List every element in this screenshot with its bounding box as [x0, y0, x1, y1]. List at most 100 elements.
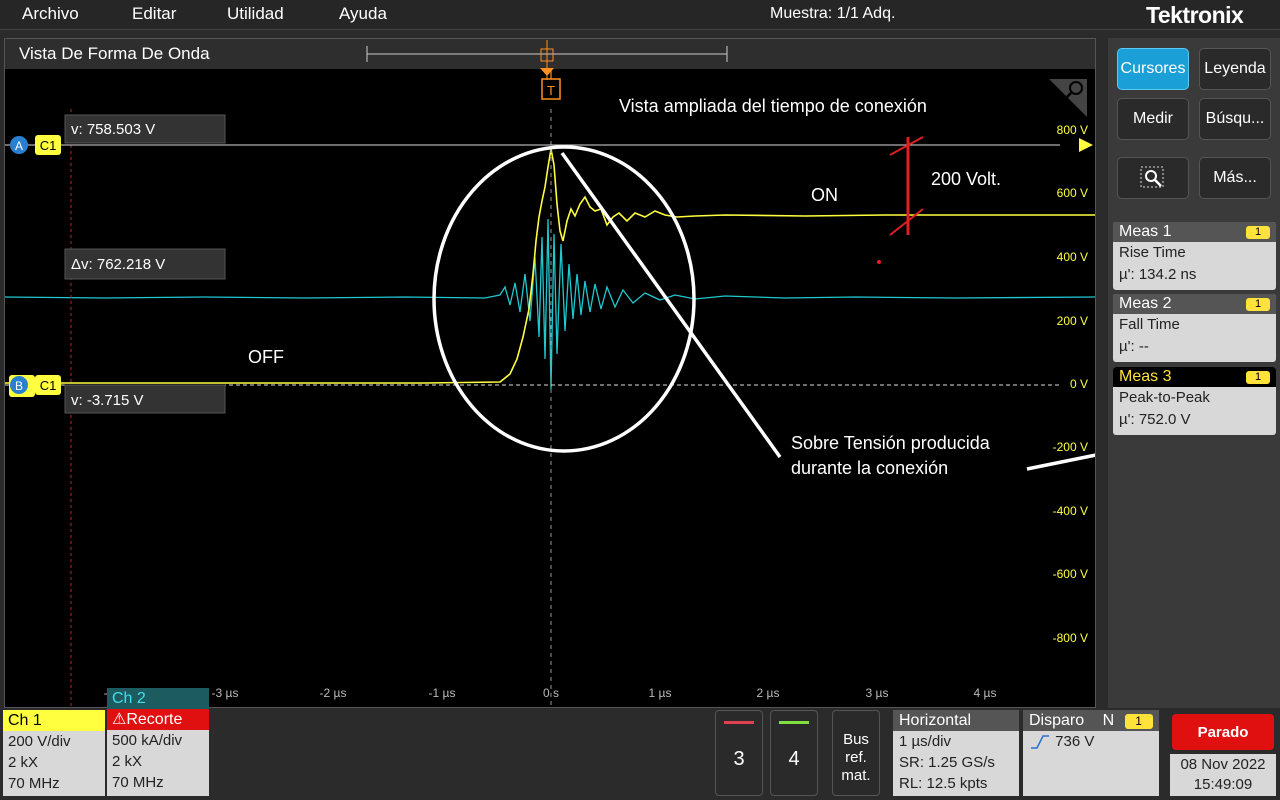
svg-text:B: B [15, 379, 23, 393]
brand-logo: Tektronix [1146, 2, 1244, 28]
meas-name: Peak-to-Peak [1119, 389, 1210, 406]
on-label: ON [811, 185, 838, 205]
y-tick: 600 V [1057, 186, 1088, 200]
x-tick: -2 µs [320, 686, 347, 700]
waveform-plot[interactable]: T 800 V 600 V 400 V 200 V 0 V -200 V -40… [5, 69, 1095, 709]
y-tick: -600 V [1053, 567, 1088, 581]
bottom-bar: Ch 1 200 V/div 2 kX 70 MHz Ch 2 ⚠Recorte… [0, 688, 1280, 800]
ch1-scale: 200 V/div [8, 733, 71, 750]
meas-value: µ': 134.2 ns [1119, 266, 1197, 283]
zoom-note: Vista ampliada del tiempo de conexión [619, 96, 927, 116]
sample-rate: SR: 1.25 GS/s [899, 754, 995, 771]
delta-readout: Δv: 762.218 V [64, 248, 226, 280]
ch1-badge[interactable]: Ch 1 200 V/div 2 kX 70 MHz [3, 710, 105, 796]
zoom-search-icon [1140, 166, 1164, 188]
menu-editar[interactable]: Editar [132, 4, 176, 24]
volt-note: 200 Volt. [931, 169, 1001, 189]
ch2-title: Ch 2 [107, 688, 209, 709]
meas-value: µ': 752.0 V [1119, 411, 1191, 428]
menu-utilidad[interactable]: Utilidad [227, 4, 284, 24]
record-overview[interactable] [360, 40, 740, 80]
meas-1-badge[interactable]: Meas 1 1 Rise Time µ': 134.2 ns [1113, 222, 1276, 290]
svg-text:v: -3.715 V: v: -3.715 V [71, 392, 144, 409]
add-bus-ref-math-button[interactable]: Bus ref. mat. [832, 710, 880, 796]
ch2-clipping-warning: ⚠Recorte [107, 709, 209, 730]
add-ch3-button[interactable]: 3 [715, 710, 763, 796]
warning-icon: ⚠ [112, 711, 127, 728]
y-axis-labels: 800 V 600 V 400 V 200 V 0 V -200 V -400 … [1053, 123, 1088, 645]
time: 15:49:09 [1193, 776, 1253, 793]
search-button[interactable]: Búsqu... [1199, 98, 1271, 140]
rising-edge-icon [1031, 735, 1049, 749]
cursor-a-readout: v: 758.503 V [64, 114, 226, 144]
more-button[interactable]: Más... [1199, 157, 1271, 199]
cursor-b-handle[interactable]: B C1 [9, 375, 61, 397]
y-tick: 400 V [1057, 250, 1088, 264]
right-panel: Cursores Leyenda Medir Búsqu... Más... M… [1108, 38, 1280, 708]
meas-2-badge[interactable]: Meas 2 1 Fall Time µ': -- [1113, 294, 1276, 362]
svg-text:A: A [15, 139, 23, 153]
zoom-icon[interactable] [1049, 79, 1087, 117]
ch1-probe: 2 kX [8, 754, 39, 771]
cursor-b-readout: v: -3.715 V [64, 384, 226, 414]
date: 08 Nov 2022 [1180, 756, 1266, 773]
x-tick: 0 s [543, 686, 559, 700]
record-length: RL: 12.5 kpts [899, 775, 988, 792]
meas-value: µ': -- [1119, 338, 1149, 355]
x-tick: 4 µs [974, 686, 997, 700]
x-tick: 1 µs [649, 686, 672, 700]
meas-source-badge: 1 [1246, 298, 1270, 311]
menu-archivo[interactable]: Archivo [22, 4, 79, 24]
trigger-title: Disparo N 1 [1023, 710, 1159, 731]
zoom-search-button[interactable] [1117, 157, 1189, 199]
cursor-a-handle[interactable]: A C1 [10, 135, 61, 155]
meas-name: Rise Time [1119, 244, 1186, 261]
meas-source-badge: 1 [1246, 226, 1270, 239]
trigger-badge[interactable]: Disparo N 1 736 V [1023, 710, 1159, 796]
svg-text:C1: C1 [40, 138, 57, 153]
surge-note-line1: Sobre Tensión producida [791, 433, 991, 453]
y-tick: 200 V [1057, 314, 1088, 328]
meas-3-badge[interactable]: Meas 3 1 Peak-to-Peak µ': 752.0 V [1113, 367, 1276, 435]
measure-button[interactable]: Medir [1117, 98, 1189, 140]
y-tick: 800 V [1057, 123, 1088, 137]
horizontal-title: Horizontal [893, 710, 1019, 731]
y-tick: 0 V [1070, 377, 1088, 391]
menu-ayuda[interactable]: Ayuda [339, 4, 387, 24]
date-time: 08 Nov 2022 15:49:09 [1170, 754, 1276, 796]
x-tick: -3 µs [212, 686, 239, 700]
ch2-scale: 500 kA/div [112, 732, 183, 749]
waveform-view[interactable]: Vista De Forma De Onda T 800 V 600 V 400… [4, 38, 1096, 709]
surge-pointer-line [560, 151, 782, 459]
volt-markup [877, 136, 924, 264]
trigger-level-arrow-icon[interactable] [1079, 138, 1093, 152]
x-tick: 3 µs [866, 686, 889, 700]
meas-title: Meas 2 [1119, 295, 1172, 312]
horizontal-badge[interactable]: Horizontal 1 µs/div SR: 1.25 GS/s RL: 12… [893, 710, 1019, 796]
off-label: OFF [248, 347, 284, 367]
meas-title: Meas 1 [1119, 223, 1172, 240]
ch1-title: Ch 1 [3, 710, 105, 731]
svg-text:v: 758.503 V: v: 758.503 V [71, 121, 155, 138]
x-tick: 2 µs [757, 686, 780, 700]
waveform-title: Vista De Forma De Onda [19, 44, 210, 63]
acquisition-status: Muestra: 1/1 Adq. [770, 5, 896, 22]
x-axis-labels: -4 -3 µs -2 µs -1 µs 0 s 1 µs 2 µs 3 µs … [104, 686, 997, 700]
ch2-probe: 2 kX [112, 753, 143, 770]
run-stop-button[interactable]: Parado [1172, 714, 1274, 750]
meas-title: Meas 3 [1119, 368, 1172, 385]
ch2-bandwidth: 70 MHz [112, 774, 164, 791]
add-ch4-button[interactable]: 4 [770, 710, 818, 796]
ch1-bandwidth: 70 MHz [8, 775, 60, 792]
surge-note-line2: durante la conexión [791, 458, 948, 478]
svg-text:Δv: 762.218 V: Δv: 762.218 V [71, 256, 165, 273]
meas-source-badge: 1 [1246, 371, 1270, 384]
y-tick: -400 V [1053, 504, 1088, 518]
menu-bar: Archivo Editar Utilidad Ayuda Muestra: 1… [0, 0, 1280, 30]
ch2-badge[interactable]: Ch 2 ⚠Recorte 500 kA/div 2 kX 70 MHz [107, 688, 209, 796]
cursors-button[interactable]: Cursores [1117, 48, 1189, 90]
horizontal-scale: 1 µs/div [899, 733, 951, 750]
legend-button[interactable]: Leyenda [1199, 48, 1271, 90]
y-tick: -800 V [1053, 631, 1088, 645]
x-tick: -1 µs [429, 686, 456, 700]
